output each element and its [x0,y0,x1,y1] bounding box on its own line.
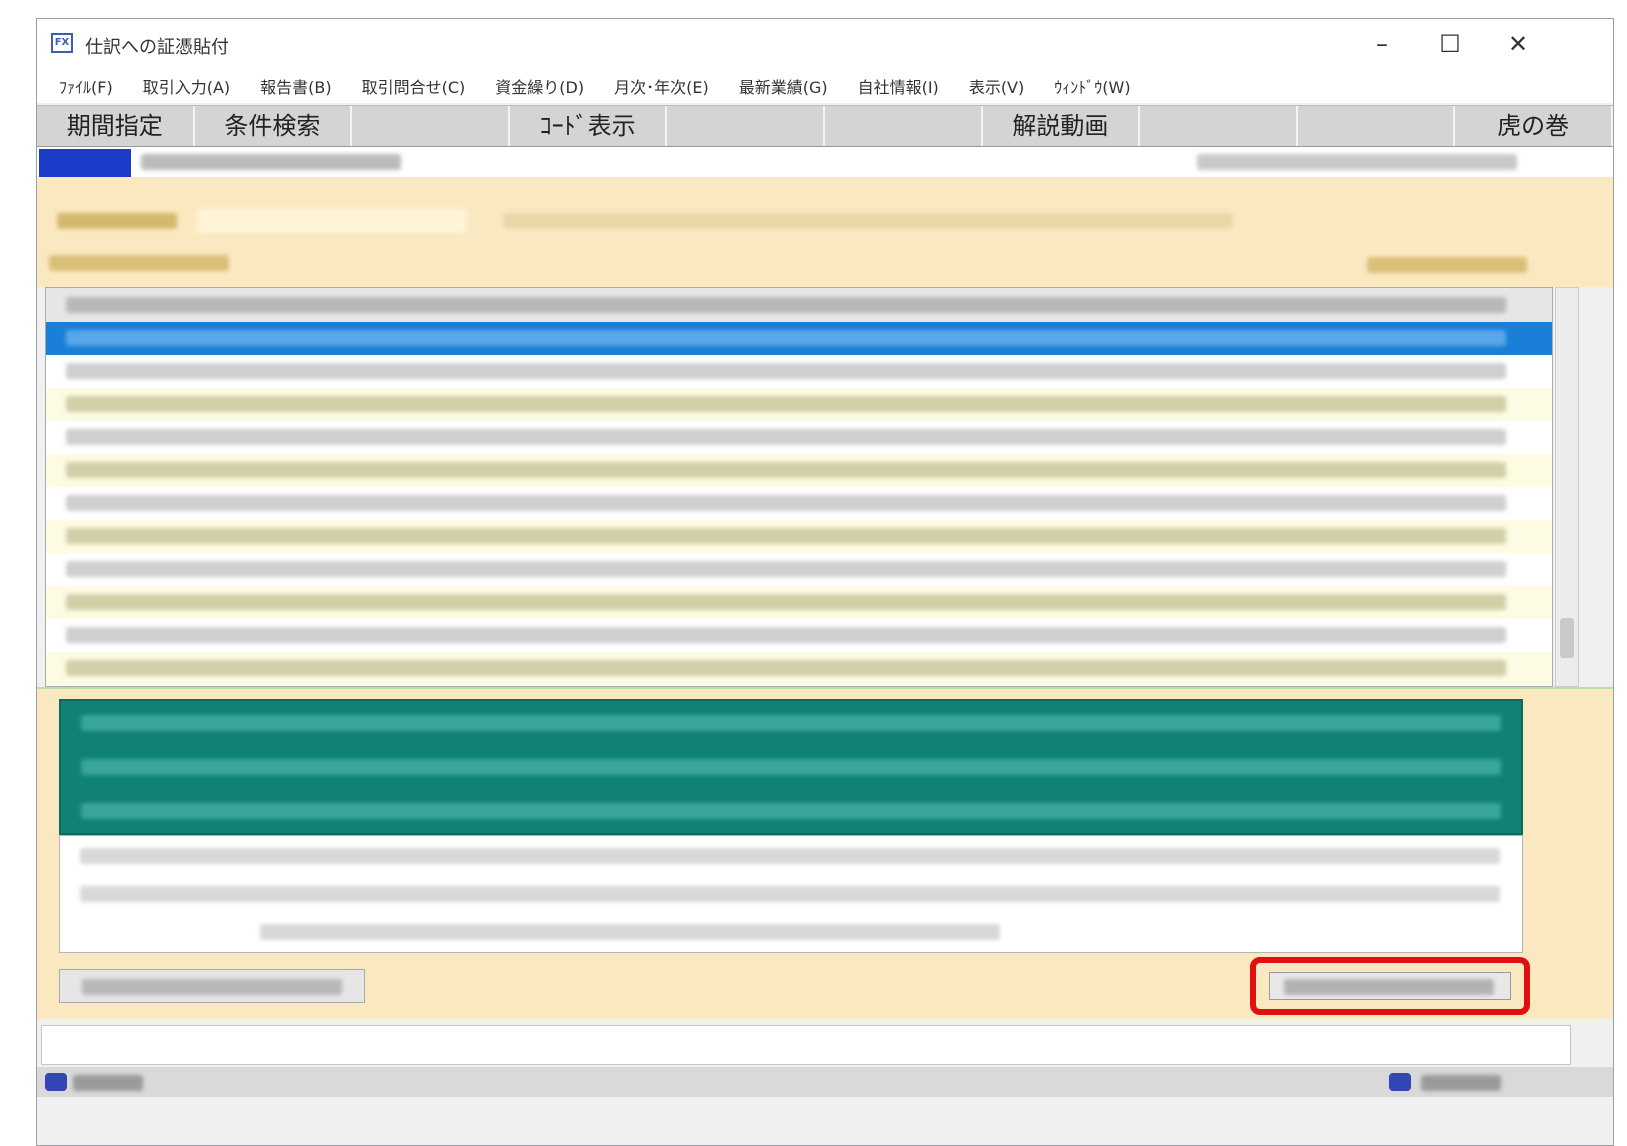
title-bar: FX 仕訳への証憑貼付 – ☐ ✕ [37,19,1613,69]
fkey-8-button[interactable] [1140,106,1298,146]
menu-monthly[interactable]: 月次･年次(E) [614,74,709,98]
filter-panel [37,177,1613,287]
menu-latest[interactable]: 最新業績(G) [739,74,828,98]
date-range-blurred[interactable] [503,213,1233,229]
fkey-3-button[interactable] [352,106,510,146]
menu-window[interactable]: ｳｨﾝﾄﾞｳ(W) [1054,74,1130,98]
app-icon: FX [51,33,73,53]
menu-cashflow[interactable]: 資金繰り(D) [495,74,584,98]
maximize-icon[interactable]: ☐ [1425,27,1475,61]
close-icon[interactable]: ✕ [1493,27,1543,61]
detail-header [59,699,1523,835]
table-row[interactable] [46,520,1552,553]
table-row[interactable] [46,388,1552,421]
table-row[interactable] [46,454,1552,487]
table-row[interactable] [46,421,1552,454]
filter-mode-blurred [1367,257,1527,273]
scrollbar-thumb[interactable] [1560,618,1574,658]
table-scrollbar[interactable] [1555,287,1579,687]
fkey-5-button[interactable] [667,106,825,146]
menu-view[interactable]: 表示(V) [969,74,1024,98]
input-bar[interactable] [41,1025,1571,1065]
menu-file[interactable]: ﾌｧｲﾙ(F) [59,74,113,98]
filter-input-blurred[interactable] [197,209,467,233]
table-row[interactable] [46,355,1552,388]
fkey-search-button[interactable]: 条件検索 [194,106,353,146]
fkey-9-button[interactable] [1297,106,1456,146]
table-row[interactable] [46,652,1552,685]
header-blurred [66,297,1506,313]
detail-panel [37,687,1613,1019]
minimize-icon[interactable]: – [1357,27,1407,61]
table-row[interactable] [46,586,1552,619]
status-bar [37,1067,1613,1097]
period-info-blurred [1197,154,1517,170]
table-row[interactable] [46,553,1552,586]
table-row[interactable] [46,619,1552,652]
filter-note-blurred [49,255,229,271]
fkey-period-button[interactable]: 期間指定 [37,106,195,146]
menu-bar: ﾌｧｲﾙ(F) 取引入力(A) 報告書(B) 取引問合せ(C) 資金繰り(D) … [37,69,1613,103]
help-icon[interactable] [1389,1073,1411,1091]
scan-document-button[interactable] [1269,972,1511,1000]
app-window: FX 仕訳への証憑貼付 – ☐ ✕ ﾌｧｲﾙ(F) 取引入力(A) 報告書(B)… [36,18,1614,1146]
menu-company[interactable]: 自社情報(I) [858,74,939,98]
status-icon [45,1073,67,1091]
fkey-6-button[interactable] [824,106,983,146]
table-row[interactable] [46,487,1552,520]
detail-entry [59,835,1523,953]
table-header [46,288,1552,323]
company-name-blurred [141,154,401,170]
menu-report[interactable]: 報告書(B) [260,74,331,98]
highlight-frame [1250,957,1530,1015]
menu-inquiry[interactable]: 取引問合せ(C) [362,74,466,98]
journal-table [45,287,1553,687]
company-info-bar [37,147,1613,177]
menu-entry[interactable]: 取引入力(A) [143,74,230,98]
status-chip [39,149,131,177]
window-title: 仕訳への証憑貼付 [85,37,229,58]
table-row-selected[interactable] [46,322,1552,355]
fkey-video-button[interactable]: 解説動画 [982,106,1141,146]
fkey-code-button[interactable]: ｺｰﾄﾞ表示 [509,106,668,146]
filter-label-blurred [57,213,177,229]
fkey-manual-button[interactable]: 虎の巻 [1455,106,1613,146]
select-from-document-button[interactable] [59,969,365,1003]
function-key-bar: 期間指定 条件検索 ｺｰﾄﾞ表示 解説動画 虎の巻 [37,105,1613,147]
